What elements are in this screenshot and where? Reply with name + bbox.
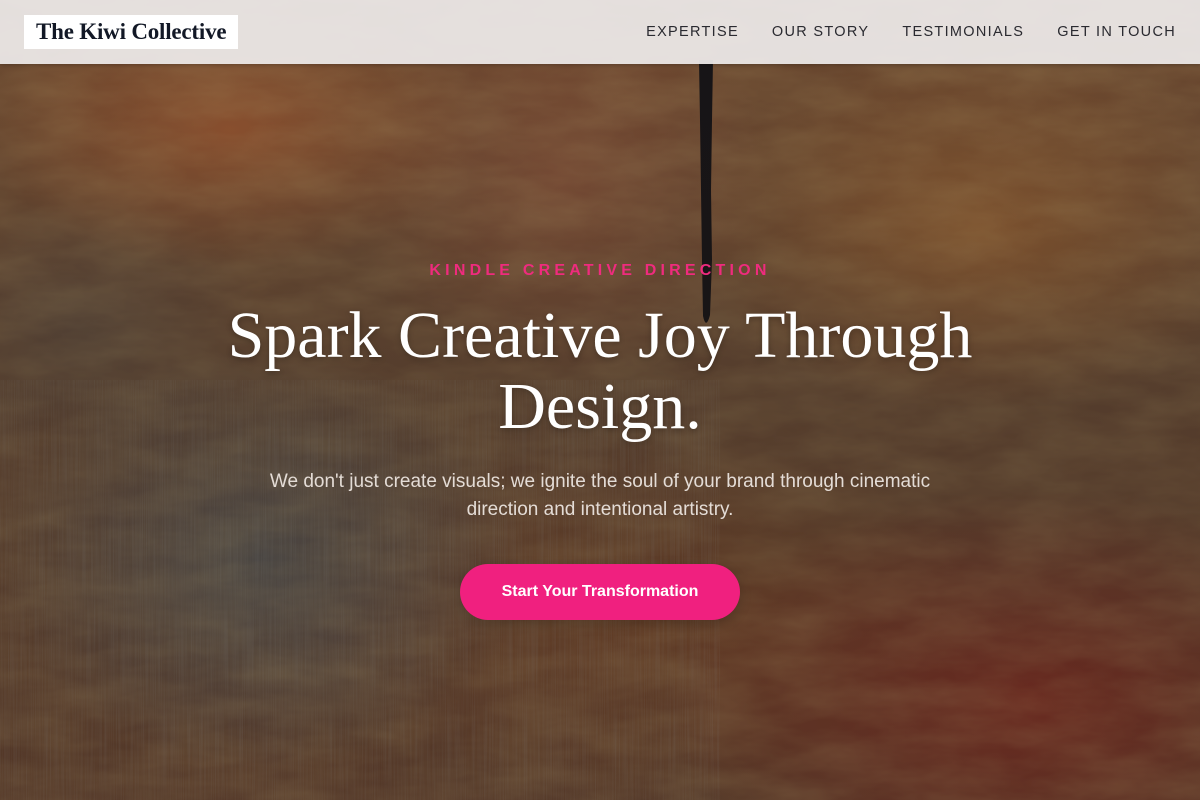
nav-link-testimonials[interactable]: TESTIMONIALS — [902, 24, 1024, 40]
nav-link-expertise[interactable]: EXPERTISE — [646, 24, 739, 40]
hero-subtext: We don't just create visuals; we ignite … — [269, 471, 931, 520]
nav-link-get-in-touch[interactable]: GET IN TOUCH — [1057, 24, 1176, 40]
start-transformation-button[interactable]: Start Your Transformation — [460, 564, 740, 620]
main-nav: EXPERTISE OUR STORY TESTIMONIALS GET IN … — [646, 0, 1176, 64]
hero-headline: Spark Creative Joy Through Design. — [227, 299, 973, 443]
nav-link-our-story[interactable]: OUR STORY — [772, 24, 869, 40]
site-header: The Kiwi Collective EXPERTISE OUR STORY … — [0, 0, 1200, 64]
hero-section: KINDLE CREATIVE DIRECTION Spark Creative… — [0, 0, 1200, 800]
site-logo[interactable]: The Kiwi Collective — [24, 15, 239, 49]
hero-eyebrow: KINDLE CREATIVE DIRECTION — [429, 262, 771, 279]
